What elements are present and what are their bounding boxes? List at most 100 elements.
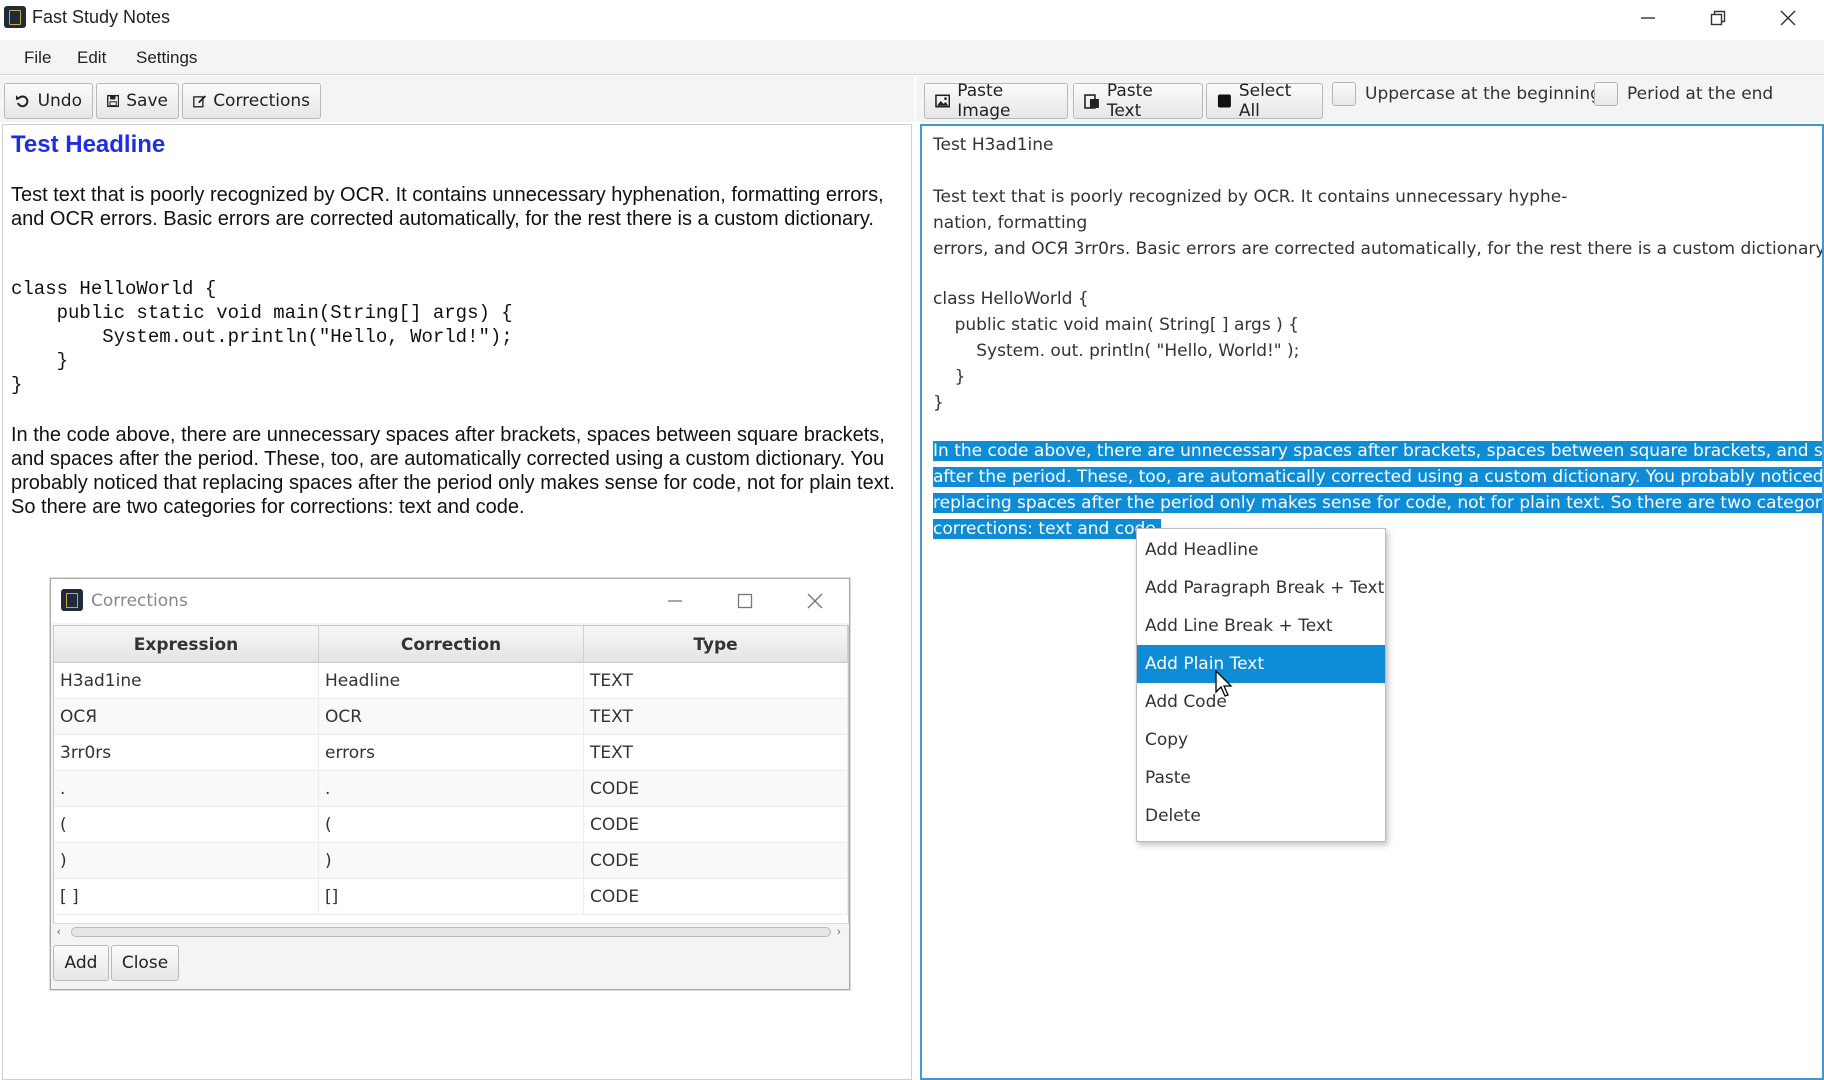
cell-expression: OCЯ xyxy=(54,699,319,735)
selected-text-line: In the code above, there are unnecessary… xyxy=(933,438,1822,464)
window-title: Fast Study Notes xyxy=(32,7,171,27)
selected-text: replacing spaces after the period only m… xyxy=(933,493,1822,513)
menu-item-add-plain-text[interactable]: Add Plain Text xyxy=(1137,645,1385,683)
table-header: Expression Correction Type xyxy=(54,626,848,663)
cell-correction: errors xyxy=(319,735,584,771)
column-header-correction[interactable]: Correction xyxy=(319,626,584,663)
paste-image-button[interactable]: Paste Image xyxy=(924,81,1068,121)
close-icon xyxy=(807,593,823,609)
corrections-button[interactable]: Corrections xyxy=(182,83,321,119)
menu-item-paste[interactable]: Paste xyxy=(1137,759,1385,797)
menu-bar: File Edit Settings xyxy=(0,40,1824,75)
paste-text-button[interactable]: Paste Text xyxy=(1073,81,1203,121)
table-row[interactable]: . . CODE xyxy=(54,771,848,807)
table-row[interactable]: H3ad1ine Headline TEXT xyxy=(54,663,848,699)
edit-icon xyxy=(193,95,207,108)
undo-button[interactable]: Undo xyxy=(4,83,93,119)
dialog-maximize-button[interactable] xyxy=(725,585,765,617)
cell-type: TEXT xyxy=(584,663,848,699)
corrections-table[interactable]: Expression Correction Type H3ad1ine Head… xyxy=(53,625,849,935)
raw-code-line: System. out. println( "Hello, World!" ); xyxy=(933,341,1300,361)
table-row[interactable]: [ ] [] CODE xyxy=(54,879,848,915)
cell-correction: ) xyxy=(319,843,584,879)
save-label: Save xyxy=(126,91,168,111)
cell-type: CODE xyxy=(584,879,848,915)
horizontal-scrollbar[interactable]: ‹ › xyxy=(53,923,849,939)
menu-item-add-code[interactable]: Add Code xyxy=(1137,683,1385,721)
period-label: Period at the end xyxy=(1627,84,1774,104)
selected-text: after the period. These, too, are automa… xyxy=(933,467,1822,487)
scroll-left-arrow-icon[interactable]: ‹ xyxy=(57,926,61,938)
uppercase-checkbox[interactable] xyxy=(1332,82,1356,106)
menu-item-add-paragraph-break[interactable]: Add Paragraph Break + Text xyxy=(1137,569,1385,607)
undo-icon xyxy=(15,95,29,108)
raw-line: Test text that is poorly recognized by O… xyxy=(933,187,1568,207)
minimize-button[interactable] xyxy=(1614,0,1682,36)
undo-label: Undo xyxy=(37,91,82,111)
corrections-label: Corrections xyxy=(213,91,310,111)
minimize-icon xyxy=(1641,17,1655,19)
save-icon xyxy=(107,94,120,108)
column-header-expression[interactable]: Expression xyxy=(54,626,319,663)
preview-paragraph-2: In the code above, there are unnecessary… xyxy=(11,424,895,518)
dialog-minimize-button[interactable] xyxy=(655,585,695,617)
raw-code-line: public static void main( String[ ] args … xyxy=(933,315,1299,335)
menu-item-add-line-break[interactable]: Add Line Break + Text xyxy=(1137,607,1385,645)
dialog-app-icon xyxy=(61,589,83,611)
cell-type: CODE xyxy=(584,771,848,807)
dialog-close-button[interactable] xyxy=(795,585,835,617)
selected-text-line: replacing spaces after the period only m… xyxy=(933,490,1822,516)
uppercase-label: Uppercase at the beginning xyxy=(1365,84,1601,104)
paste-text-label: Paste Text xyxy=(1106,81,1153,121)
cell-correction: Headline xyxy=(319,663,584,699)
image-icon xyxy=(935,94,951,108)
period-checkbox[interactable] xyxy=(1594,82,1618,106)
cell-expression: H3ad1ine xyxy=(54,663,319,699)
preview-code-block: class HelloWorld { public static void ma… xyxy=(11,278,513,396)
select-all-button[interactable]: Select All xyxy=(1206,81,1323,121)
cell-expression: ) xyxy=(54,843,319,879)
title-bar: Fast Study Notes xyxy=(0,0,1824,36)
menu-file[interactable]: File xyxy=(24,48,51,68)
save-button[interactable]: Save xyxy=(96,83,179,119)
paste-image-label: Paste Image xyxy=(957,81,1011,121)
cell-type: CODE xyxy=(584,843,848,879)
scrollbar-thumb[interactable] xyxy=(71,927,831,937)
cell-expression: ( xyxy=(54,807,319,843)
table-row[interactable]: ) ) CODE xyxy=(54,843,848,879)
close-dialog-button[interactable]: Close xyxy=(111,945,179,981)
table-row[interactable]: ( ( CODE xyxy=(54,807,848,843)
column-header-type[interactable]: Type xyxy=(584,626,848,663)
menu-edit[interactable]: Edit xyxy=(77,48,106,68)
raw-line: Test H3ad1ine xyxy=(933,135,1054,155)
cell-type: TEXT xyxy=(584,699,848,735)
menu-item-delete[interactable]: Delete xyxy=(1137,797,1385,835)
scroll-right-arrow-icon[interactable]: › xyxy=(837,926,841,938)
raw-line: nation, formatting xyxy=(933,213,1088,233)
raw-code-line: } xyxy=(933,393,944,413)
selected-text-line: corrections: text and code. xyxy=(933,516,1162,542)
clipboard-icon xyxy=(1084,94,1099,109)
cell-correction: OCR xyxy=(319,699,584,735)
menu-item-copy[interactable]: Copy xyxy=(1137,721,1385,759)
restore-button[interactable] xyxy=(1684,0,1752,36)
table-row[interactable]: OCЯ OCR TEXT xyxy=(54,699,848,735)
select-all-icon xyxy=(1217,94,1231,108)
cell-type: TEXT xyxy=(584,735,848,771)
selected-text: corrections: text and code. xyxy=(933,519,1162,539)
context-menu: Add Headline Add Paragraph Break + Text … xyxy=(1136,528,1386,842)
cell-correction: [] xyxy=(319,879,584,915)
table-row[interactable]: 3rr0rs errors TEXT xyxy=(54,735,848,771)
raw-line: errors, and OCЯ 3rr0rs. Basic errors are… xyxy=(933,239,1824,259)
raw-code-line: class HelloWorld { xyxy=(933,289,1089,309)
cell-type: CODE xyxy=(584,807,848,843)
cell-correction: ( xyxy=(319,807,584,843)
preview-headline: Test Headline xyxy=(11,131,166,158)
raw-code-line: } xyxy=(933,367,966,387)
close-window-button[interactable] xyxy=(1754,0,1822,36)
menu-settings[interactable]: Settings xyxy=(136,48,197,68)
close-icon xyxy=(1780,10,1796,26)
add-correction-button[interactable]: Add xyxy=(53,945,109,981)
menu-item-add-headline[interactable]: Add Headline xyxy=(1137,531,1385,569)
cell-expression: [ ] xyxy=(54,879,319,915)
